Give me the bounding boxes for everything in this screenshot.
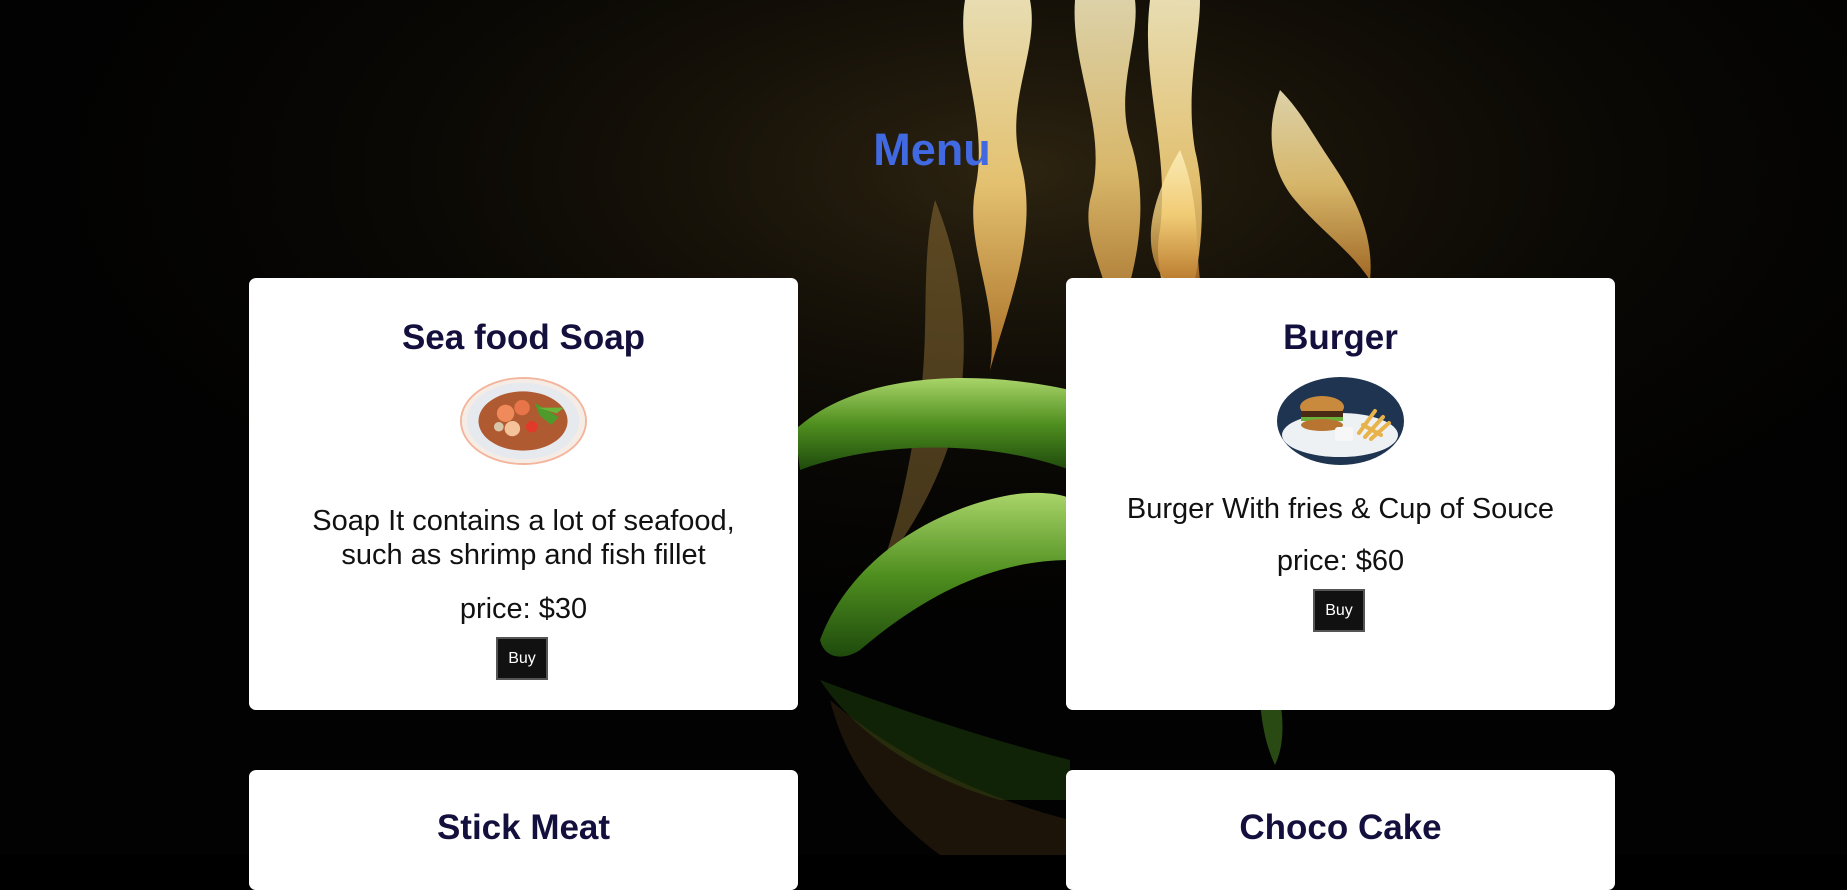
menu-card-stick-meat: Stick Meat: [249, 770, 798, 890]
page-title: Menu: [873, 124, 991, 175]
card-title: Choco Cake: [1239, 808, 1442, 847]
card-title: Sea food Soap: [401, 318, 646, 357]
buy-button[interactable]: Buy: [496, 637, 548, 680]
item-description: Burger With fries & Cup of Souce: [1126, 493, 1555, 525]
menu-card-choco-cake: Choco Cake: [1066, 770, 1615, 890]
burger-image: [1277, 377, 1404, 465]
item-price: price: $60: [1276, 545, 1405, 577]
buy-button[interactable]: Buy: [1313, 589, 1365, 632]
menu-card-seafood-soap: Sea food Soap Soap It contains a lot of …: [249, 278, 798, 710]
item-price: price: $30: [459, 593, 588, 625]
card-title: Stick Meat: [436, 808, 611, 847]
card-title: Burger: [1283, 318, 1398, 357]
menu-card-burger: Burger Burger With fries & Cup of Souce …: [1066, 278, 1615, 710]
item-description-line-1: Soap It contains a lot of seafood,: [312, 505, 735, 537]
seafood-soap-image: [460, 377, 587, 465]
item-description-line-2: such as shrimp and fish fillet: [341, 539, 706, 571]
